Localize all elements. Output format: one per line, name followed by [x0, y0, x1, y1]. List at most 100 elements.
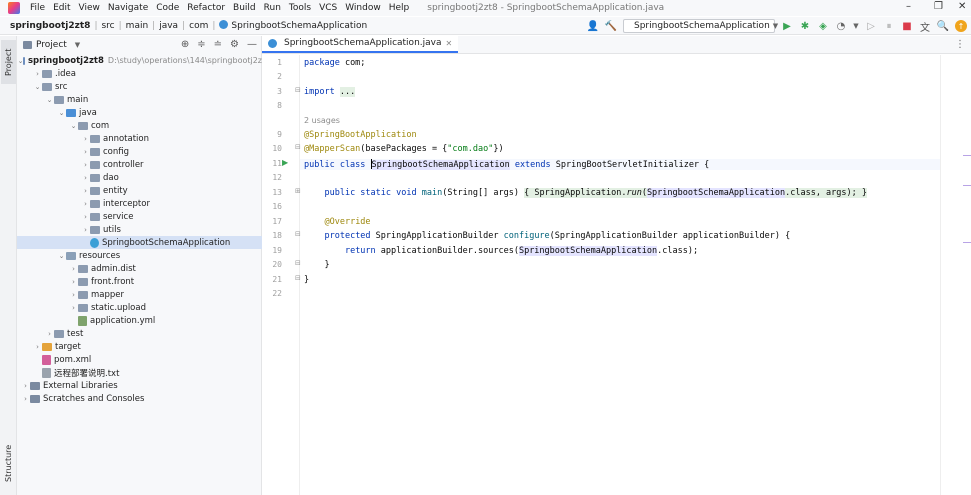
menu-help[interactable]: Help	[385, 3, 414, 13]
chevron-right-icon[interactable]: ›	[21, 382, 30, 390]
tree-item[interactable]: › .idea	[17, 67, 262, 80]
code-editor[interactable]: package com; import ... 2 usages @Spring…	[300, 55, 940, 495]
chevron-right-icon[interactable]: ›	[81, 226, 90, 234]
folded-imports[interactable]: ...	[339, 87, 356, 97]
translate-icon[interactable]: 文	[919, 20, 931, 34]
tree-item[interactable]: ⌄ src	[17, 80, 262, 93]
chevron-right-icon[interactable]: ›	[69, 304, 78, 312]
chevron-right-icon[interactable]: ›	[69, 265, 78, 273]
coverage-icon[interactable]: ◈	[817, 20, 829, 32]
chevron-right-icon[interactable]: ›	[81, 200, 90, 208]
menu-view[interactable]: View	[75, 3, 104, 13]
menu-refactor[interactable]: Refactor	[183, 3, 229, 13]
more-vertical-icon[interactable]: ⋮	[955, 39, 965, 50]
menu-window[interactable]: Window	[341, 3, 385, 13]
menu-edit[interactable]: Edit	[49, 3, 74, 13]
tree-item[interactable]: ⌄ com	[17, 119, 262, 132]
search-icon[interactable]: 🔍	[937, 20, 949, 32]
breadcrumb-com[interactable]: com	[187, 21, 210, 31]
chevron-down-icon[interactable]: ⌄	[57, 252, 66, 260]
build-hammer-icon[interactable]: 🔨	[605, 20, 617, 32]
tree-item[interactable]: 远程部署说明.txt	[17, 366, 262, 379]
chevron-right-icon[interactable]: ›	[81, 148, 90, 156]
tree-item[interactable]: › utils	[17, 223, 262, 236]
tree-item[interactable]: pom.xml	[17, 353, 262, 366]
close-icon[interactable]: ✕	[446, 39, 453, 48]
chevron-right-icon[interactable]: ›	[69, 291, 78, 299]
locate-icon[interactable]: ⊕	[181, 39, 189, 50]
chevron-right-icon[interactable]: ›	[21, 395, 30, 403]
tree-item[interactable]: › controller	[17, 158, 262, 171]
gear-icon[interactable]: ⚙	[230, 39, 239, 50]
tree-item[interactable]: › static.upload	[17, 301, 262, 314]
tree-item[interactable]: › External Libraries	[17, 379, 262, 392]
chevron-down-icon[interactable]: ▼	[75, 41, 80, 49]
tree-item[interactable]: ⌄ java	[17, 106, 262, 119]
tree-item[interactable]: › entity	[17, 184, 262, 197]
chevron-right-icon[interactable]: ›	[33, 343, 42, 351]
chevron-down-icon[interactable]: ⌄	[69, 122, 78, 130]
debug-icon[interactable]: ✱	[799, 20, 811, 32]
menu-tools[interactable]: Tools	[285, 3, 315, 13]
tree-item[interactable]: › test	[17, 327, 262, 340]
tree-item[interactable]: › mapper	[17, 288, 262, 301]
chevron-right-icon[interactable]: ›	[81, 161, 90, 169]
restore-button[interactable]: ❐	[934, 1, 943, 12]
run-configuration-select[interactable]: SpringbootSchemaApplication ▼	[623, 19, 778, 33]
tree-item[interactable]: ⌄ main	[17, 93, 262, 106]
run-gutter-icon[interactable]: ▶	[282, 158, 288, 167]
minimize-button[interactable]: –	[906, 1, 911, 12]
tree-item[interactable]: › service	[17, 210, 262, 223]
chevron-down-icon[interactable]: ⌄	[45, 96, 54, 104]
menu-file[interactable]: File	[26, 3, 49, 13]
menu-run[interactable]: Run	[260, 3, 285, 13]
project-view-select[interactable]: Project	[36, 40, 67, 50]
breadcrumb-project[interactable]: springbootj2zt8	[8, 21, 92, 31]
breadcrumb-main[interactable]: main	[124, 21, 151, 31]
chevron-down-icon[interactable]: ⌄	[33, 83, 42, 91]
tree-item[interactable]: application.yml	[17, 314, 262, 327]
close-window-button[interactable]: ✕	[958, 1, 966, 12]
chevron-down-icon[interactable]: ⌄	[57, 109, 66, 117]
editor-tab-active[interactable]: SpringbootSchemaApplication.java ✕	[262, 35, 459, 53]
tree-item[interactable]: › annotation	[17, 132, 262, 145]
menu-code[interactable]: Code	[152, 3, 183, 13]
tree-item[interactable]: › config	[17, 145, 262, 158]
menu-build[interactable]: Build	[229, 3, 260, 13]
user-icon[interactable]: 👤	[587, 20, 599, 32]
collapse-all-icon[interactable]: ≐	[214, 39, 222, 50]
breadcrumb-class[interactable]: SpringbootSchemaApplication	[217, 20, 369, 31]
stripe-marker[interactable]	[963, 242, 971, 243]
stripe-marker[interactable]	[963, 155, 971, 156]
chevron-right-icon[interactable]: ›	[69, 278, 78, 286]
tree-item[interactable]: › interceptor	[17, 197, 262, 210]
chevron-down-icon[interactable]: ▼	[853, 20, 859, 32]
stop-icon[interactable]: ■	[901, 20, 913, 32]
tree-item[interactable]: › front.front	[17, 275, 262, 288]
stripe-marker[interactable]	[963, 185, 971, 186]
tree-item[interactable]: ⌄ resources	[17, 249, 262, 262]
chevron-right-icon[interactable]: ›	[33, 70, 42, 78]
chevron-right-icon[interactable]: ›	[81, 135, 90, 143]
chevron-right-icon[interactable]: ›	[45, 330, 54, 338]
menu-vcs[interactable]: VCS	[315, 3, 341, 13]
updates-icon[interactable]: ↑	[955, 20, 967, 32]
menu-navigate[interactable]: Navigate	[104, 3, 152, 13]
chevron-right-icon[interactable]: ›	[81, 187, 90, 195]
usages-hint[interactable]: 2 usages	[304, 116, 340, 125]
tree-item[interactable]: SpringbootSchemaApplication	[17, 236, 262, 249]
pause-icon[interactable]: ⏸	[883, 20, 895, 32]
tree-item[interactable]: › admin.dist	[17, 262, 262, 275]
breadcrumb-java[interactable]: java	[157, 21, 180, 31]
tree-item[interactable]: › dao	[17, 171, 262, 184]
tree-item[interactable]: › target	[17, 340, 262, 353]
tree-item[interactable]: ⌄ springbootj2zt8 D:\study\operations\144\…	[17, 54, 262, 67]
structure-tool-tab[interactable]: Structure	[1, 440, 16, 486]
project-tool-tab[interactable]: Project	[1, 40, 16, 84]
chevron-right-icon[interactable]: ›	[81, 174, 90, 182]
expand-all-icon[interactable]: ≑	[197, 39, 205, 50]
editor-scroll-stripe[interactable]	[940, 55, 971, 495]
chevron-right-icon[interactable]: ›	[81, 213, 90, 221]
tree-item[interactable]: › Scratches and Consoles	[17, 392, 262, 405]
hide-panel-icon[interactable]: —	[247, 39, 257, 50]
